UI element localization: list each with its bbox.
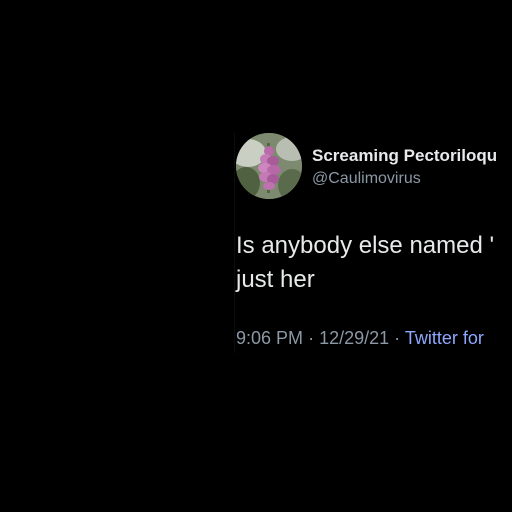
avatar[interactable]	[236, 133, 302, 199]
meta-separator: ·	[308, 328, 315, 348]
display-name[interactable]: Screaming Pectoriloqu	[312, 146, 497, 166]
tweet-meta: 9:06 PM · 12/29/21 · Twitter for	[236, 328, 484, 349]
tweet-card: Screaming Pectoriloqu @Caulimovirus Is a…	[234, 133, 512, 353]
tweet-text-line-2: just her	[236, 266, 315, 293]
user-handle[interactable]: @Caulimovirus	[312, 170, 421, 188]
tweet-text-line-1: Is anybody else named '	[236, 232, 495, 259]
tweet-time[interactable]: 9:06 PM	[236, 328, 303, 348]
tweet-date[interactable]: 12/29/21	[319, 328, 389, 348]
tweet-text: Is anybody else named ' just her	[236, 229, 494, 297]
tweet-source-link[interactable]: Twitter for	[405, 328, 484, 348]
foxglove-avatar-icon	[236, 133, 302, 199]
meta-separator: ·	[394, 328, 401, 348]
